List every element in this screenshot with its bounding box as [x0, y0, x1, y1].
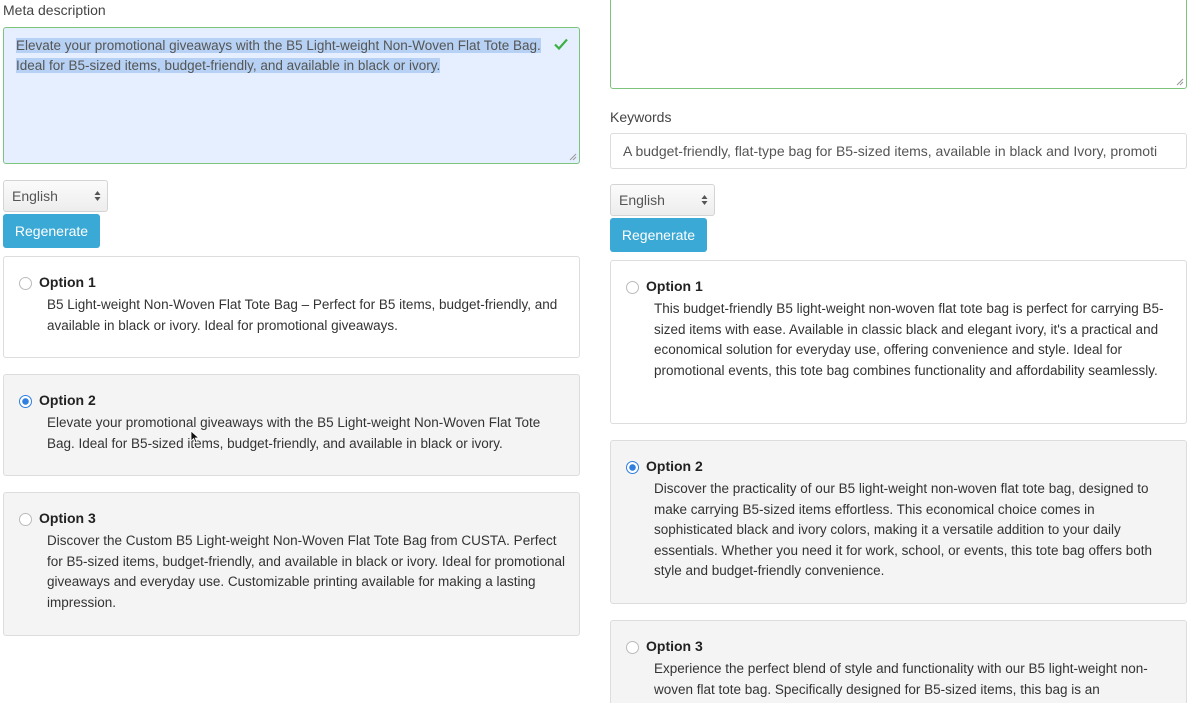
- keywords-label: Keywords: [610, 109, 672, 125]
- option-2-text: Discover the practicality of our B5 ligh…: [654, 481, 1153, 578]
- option-3-text: Experience the perfect blend of style an…: [654, 661, 1148, 697]
- option-2-title: Option 2: [39, 392, 96, 408]
- option-1-title: Option 1: [646, 278, 703, 294]
- check-icon: [554, 38, 568, 51]
- option-1-title: Option 1: [39, 274, 96, 290]
- updown-arrows-icon: [701, 195, 708, 205]
- option-3-title: Option 3: [39, 510, 96, 526]
- option-1-text: This budget-friendly B5 light-weight non…: [654, 301, 1164, 378]
- option-1-radio[interactable]: [626, 281, 639, 294]
- option-1-text: B5 Light-weight Non-Woven Flat Tote Bag …: [47, 297, 558, 333]
- option-2-radio[interactable]: [19, 395, 32, 408]
- description-textarea[interactable]: [610, 0, 1187, 89]
- option-1-radio[interactable]: [19, 277, 32, 290]
- meta-description-label: Meta description: [3, 2, 106, 18]
- language-select[interactable]: English: [3, 180, 108, 212]
- language-select[interactable]: English: [610, 184, 715, 216]
- keywords-input[interactable]: A budget-friendly, flat-type bag for B5-…: [610, 133, 1187, 169]
- option-2-text: Elevate your promotional giveaways with …: [47, 415, 541, 451]
- meta-description-text: Elevate your promotional giveaways with …: [16, 38, 541, 73]
- option-2-title: Option 2: [646, 458, 703, 474]
- regenerate-button[interactable]: Regenerate: [3, 214, 100, 248]
- option-card-1[interactable]: Option 1 This budget-friendly B5 light-w…: [610, 260, 1187, 424]
- meta-description-textarea[interactable]: Elevate your promotional giveaways with …: [3, 27, 580, 164]
- updown-arrows-icon: [94, 191, 101, 201]
- regenerate-button[interactable]: Regenerate: [610, 218, 707, 252]
- option-3-radio[interactable]: [626, 641, 639, 654]
- option-3-text: Discover the Custom B5 Light-weight Non-…: [47, 533, 566, 610]
- option-card-1[interactable]: Option 1 B5 Light-weight Non-Woven Flat …: [3, 256, 580, 358]
- mouse-cursor-icon: [190, 430, 200, 444]
- resize-grip-icon[interactable]: [569, 153, 577, 161]
- language-select-value: English: [619, 192, 665, 208]
- option-2-radio[interactable]: [626, 461, 639, 474]
- option-card-2[interactable]: Option 2 Elevate your promotional giveaw…: [3, 374, 580, 476]
- option-card-2[interactable]: Option 2 Discover the practicality of ou…: [610, 440, 1187, 604]
- option-3-title: Option 3: [646, 638, 703, 654]
- option-card-3[interactable]: Option 3 Experience the perfect blend of…: [610, 620, 1187, 703]
- option-card-3[interactable]: Option 3 Discover the Custom B5 Light-we…: [3, 492, 580, 636]
- language-select-value: English: [12, 188, 58, 204]
- resize-grip-icon[interactable]: [1176, 78, 1184, 86]
- option-3-radio[interactable]: [19, 513, 32, 526]
